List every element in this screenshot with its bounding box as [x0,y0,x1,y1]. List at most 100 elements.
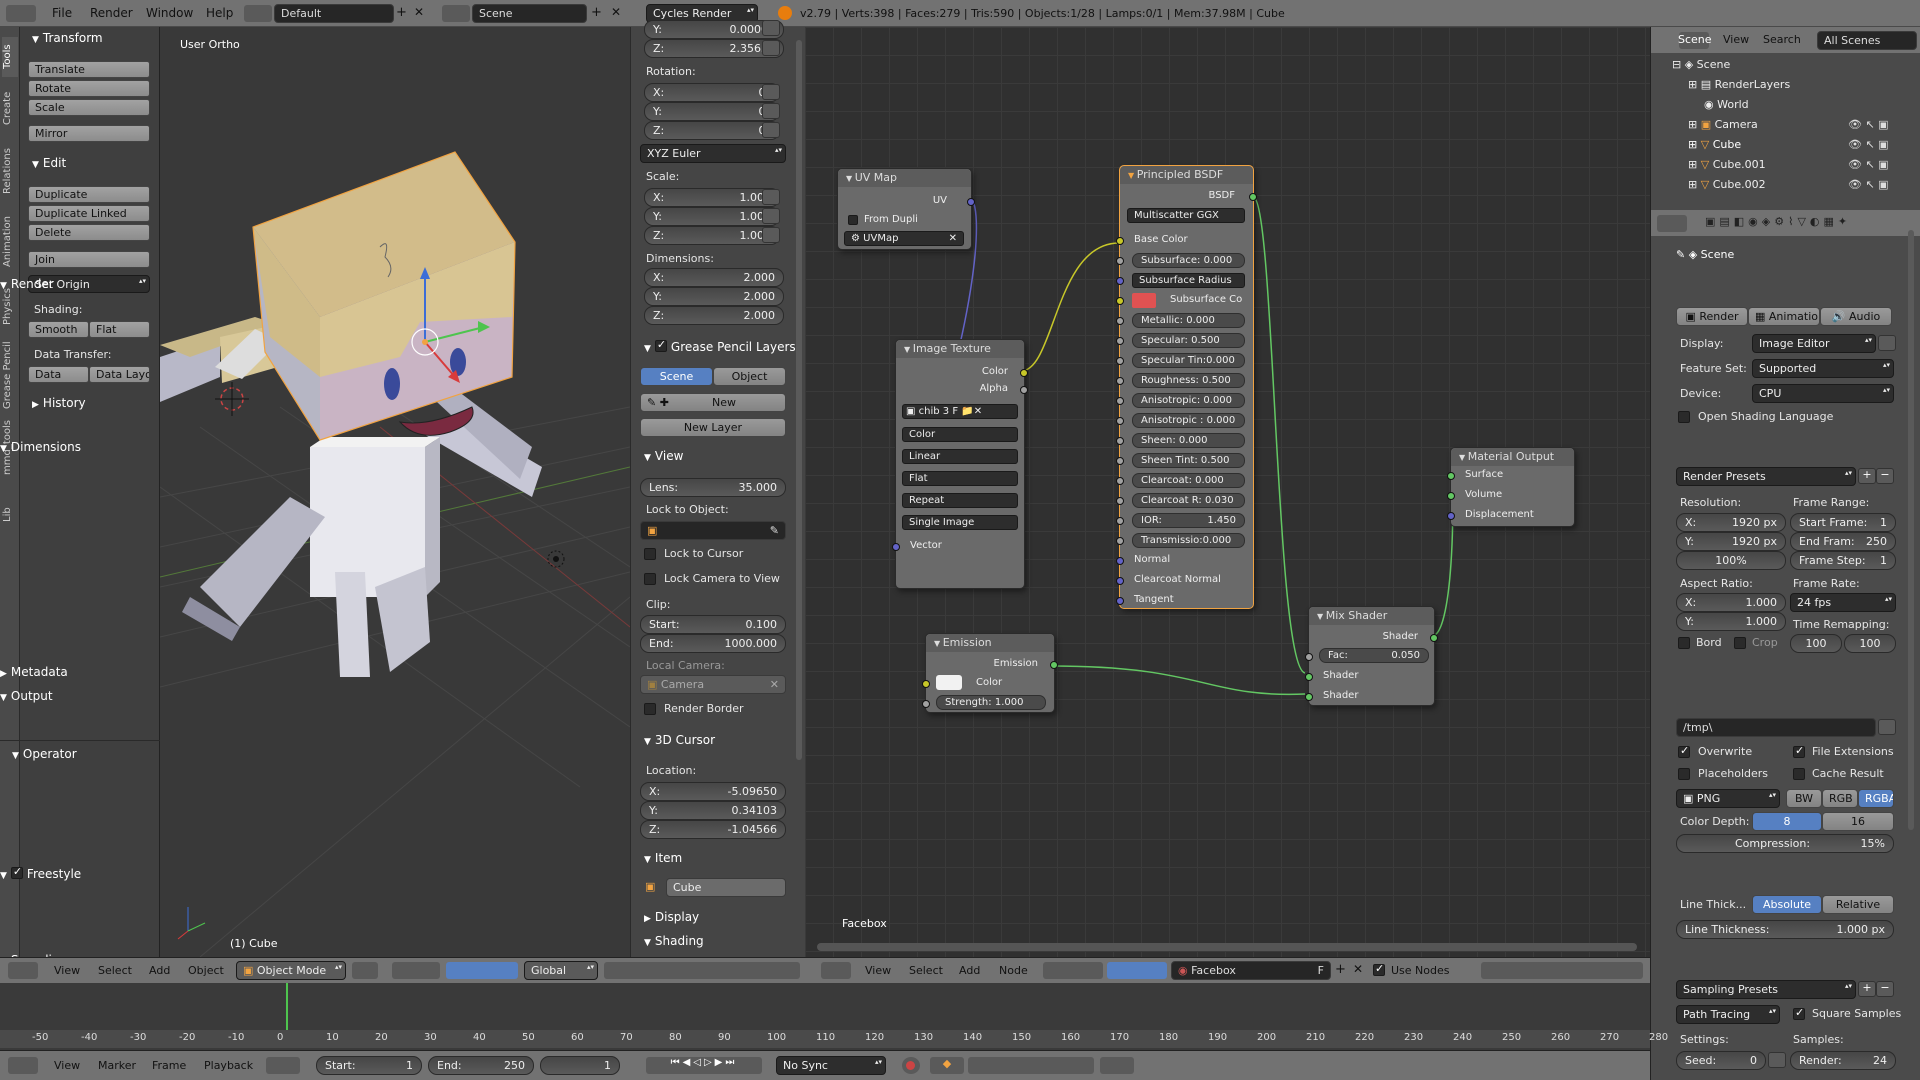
emission-output-socket[interactable] [1050,661,1058,669]
layout-field[interactable]: Default [274,4,394,23]
history-header[interactable]: ▶ History [32,396,86,410]
resolution-x-field[interactable]: X: 1920 px [1676,513,1786,532]
metallic-socket[interactable] [1116,317,1124,325]
render-samples-field[interactable]: Render: 24 [1790,1051,1896,1070]
shader-object-icons[interactable] [1107,962,1167,979]
strength-field[interactable]: Strength: 1.000 [936,695,1046,710]
displacement-socket[interactable] [1447,512,1455,520]
record-icon[interactable] [902,1057,920,1074]
new-material-icon[interactable]: + [1335,962,1346,977]
keying-set-icon[interactable]: ◆ [930,1057,964,1074]
subsurface-color-swatch[interactable] [1132,293,1156,308]
anisotropic-field[interactable]: Anisotropic: 0.000 [1132,393,1245,408]
source-select[interactable]: Single Image [902,515,1018,530]
material-field[interactable]: ◉ Facebox F [1171,961,1331,980]
roughness-field[interactable]: Roughness: 0.500 [1132,373,1245,388]
use-nodes-checkbox[interactable] [1373,962,1385,976]
subsurface-field[interactable]: Subsurface: 0.000 [1132,253,1245,268]
uv-output-socket[interactable] [967,198,975,206]
folder-icon[interactable] [1878,719,1896,735]
render-presets-select[interactable]: Render Presets [1676,467,1856,486]
new-layer-button[interactable]: New Layer [640,418,786,437]
placeholders-checkbox[interactable] [1678,768,1690,780]
freestyle-checkbox[interactable] [10,865,23,879]
vector-input-socket[interactable] [892,543,900,551]
lock-icon[interactable] [762,40,780,56]
timeline-end-field[interactable]: End: 250 [428,1056,534,1075]
timeline-menu-frame[interactable]: Frame [152,1059,186,1072]
tab-animation[interactable]: Animation [2,209,18,275]
clearcoat-roughness-socket[interactable] [1116,497,1124,505]
menu-file[interactable]: File [52,6,72,20]
duplicate-button[interactable]: Duplicate [28,186,150,203]
remap-new-field[interactable]: 100 [1844,634,1896,653]
outliner-camera-row[interactable]: ⊞ ▣ Camera [1688,118,1758,131]
transmission-socket[interactable] [1116,537,1124,545]
frame-rate-select[interactable]: 24 fps [1790,593,1896,612]
item-header[interactable]: ▼ Item [644,851,682,865]
viewport-scene[interactable] [160,27,630,957]
mix-shader-node[interactable]: ▼ Mix Shader Shader Fac: 0.050 Shader Sh… [1305,606,1438,706]
outliner-renderlayers-row[interactable]: ⊞ ▤ RenderLayers [1688,78,1790,91]
npanel-scrollbar[interactable] [796,40,802,760]
preview-range-icon[interactable] [266,1057,300,1074]
gp-object-button[interactable]: Object [713,367,786,386]
properties-context-tabs[interactable]: ▣▤◧◉◈⚙⌇▽◐▦✦ [1705,215,1915,232]
render-panel-header[interactable]: ▼ Render [0,277,54,291]
rotation-x-field[interactable]: X:0° [644,83,780,102]
color-space-select[interactable]: Color [902,427,1018,442]
subsurface-radius-socket[interactable] [1116,277,1124,285]
add-layout-icon[interactable]: + [396,5,410,21]
sampling-presets-select[interactable]: Sampling Presets [1676,980,1856,999]
alpha-output-socket[interactable] [1020,386,1028,394]
timeline-editor-icon[interactable] [8,1057,38,1074]
timeline-menu-view[interactable]: View [54,1059,80,1072]
viewport-menu-add[interactable]: Add [149,964,170,977]
subsurface-socket[interactable] [1116,257,1124,265]
outliner-scene-row[interactable]: ⊟ ◈ Scene [1672,58,1730,71]
mirror-button[interactable]: Mirror [28,125,150,142]
scene-field[interactable]: Scene [472,4,587,23]
viewport-menu-view[interactable]: View [54,964,80,977]
smooth-button[interactable]: Smooth [28,321,89,338]
animation-button[interactable]: ▦ Animation [1748,307,1820,326]
shading-header[interactable]: ▼ Shading [644,934,704,948]
render-button[interactable]: ▣ Render [1676,307,1748,326]
rotate-button[interactable]: Rotate [28,80,150,97]
material-output-node[interactable]: ▼ Material Output Surface Volume Displac… [1447,447,1575,527]
interpolation-select[interactable]: Linear [902,449,1018,464]
clip-start-field[interactable]: Start: 0.100 [640,615,786,634]
node-editor[interactable]: ▼ UV Map UV From Dupli ⚙ UVMap ✕ ▼ Image … [805,27,1650,957]
manipulator-icons[interactable] [446,962,518,979]
emission-node[interactable]: ▼ Emission Emission Color Strength: 1.00… [922,633,1058,713]
node-editor-icon[interactable] [821,962,851,979]
data-layout-button[interactable]: Data Layo [89,366,150,383]
operator-header[interactable]: ▼ Operator [12,747,77,761]
specular-tint-field[interactable]: Specular Tin:0.000 [1132,353,1245,368]
lock-icon[interactable] [762,189,780,205]
view-header[interactable]: ▼ View [644,449,683,463]
mix-output-socket[interactable] [1430,634,1438,642]
relative-button[interactable]: Relative [1822,895,1894,914]
clearcoat-normal-socket[interactable] [1116,577,1124,585]
clearcoat-socket[interactable] [1116,477,1124,485]
layout-icon[interactable] [244,5,272,22]
integrator-select[interactable]: Path Tracing [1676,1005,1780,1024]
shading-mode-icon[interactable] [352,962,378,979]
distribution-select[interactable]: Multiscatter GGX [1127,208,1245,223]
osl-checkbox[interactable] [1678,411,1690,423]
uv-map-node[interactable]: ▼ UV Map UV From Dupli ⚙ UVMap ✕ [837,168,975,250]
node-menu-select[interactable]: Select [909,964,943,977]
resolution-percent-field[interactable]: 100% [1676,551,1786,570]
local-camera-field[interactable]: ▣ Camera ✕ [640,675,786,694]
data-button[interactable]: Data [28,366,89,383]
fullscreen-icon[interactable] [1878,335,1896,351]
metallic-field[interactable]: Metallic: 0.000 [1132,313,1245,328]
dimension-x-field[interactable]: X: 2.000 [644,268,784,287]
flat-button[interactable]: Flat [89,321,150,338]
compression-slider[interactable]: Compression: 15% [1676,834,1894,853]
timeline-start-field[interactable]: Start: 1 [316,1056,422,1075]
border-checkbox[interactable] [1678,637,1690,649]
outliner-cube002-row[interactable]: ⊞ ▽ Cube.002 [1688,178,1766,191]
rotation-mode-select[interactable]: XYZ Euler [640,144,786,163]
